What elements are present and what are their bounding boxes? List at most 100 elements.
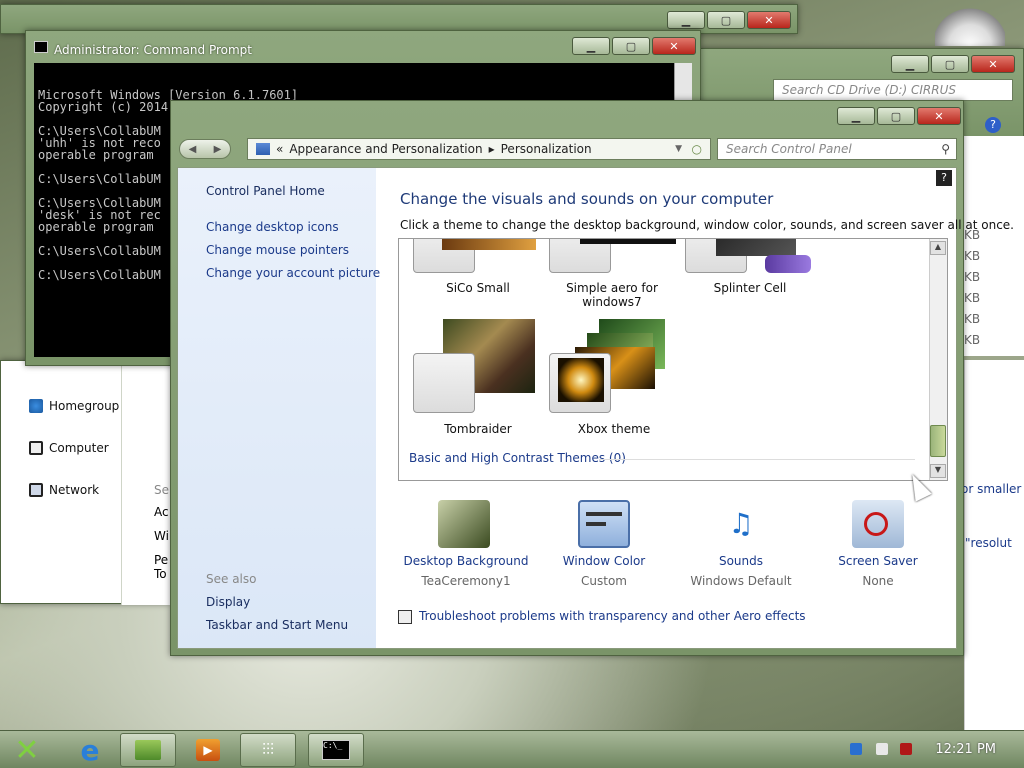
sounds-link[interactable]: Sounds [676, 554, 806, 568]
cd-minimize-button[interactable]: ▁ [891, 55, 929, 73]
taskbar-ie[interactable]: e [62, 733, 118, 767]
scroll-up-icon[interactable]: ▲ [930, 241, 946, 255]
cd-close-button[interactable]: ✕ [971, 55, 1015, 73]
taskbar: ✕ e ▶ ⫶⫶⫶ C:\_ 12:21 PM [0, 730, 1024, 768]
help-icon[interactable]: ? [985, 117, 1001, 133]
cp-help-icon[interactable]: ? [936, 170, 952, 186]
theme-thumb-tombraider[interactable] [413, 353, 475, 413]
maximize-button[interactable]: ▢ [707, 11, 745, 29]
cmd-app-icon [34, 41, 48, 53]
nav-homegroup[interactable]: Homegroup [29, 399, 119, 413]
nav-computer[interactable]: Computer [29, 441, 109, 455]
taskbar-cmd[interactable]: C:\_ [308, 733, 364, 767]
address-bar[interactable]: « Appearance and Personalization ▸ Perso… [247, 138, 711, 160]
scroll-down-icon[interactable]: ▼ [930, 464, 946, 478]
search-icon[interactable]: ⚲ [941, 142, 956, 156]
network-tray-icon[interactable] [850, 743, 862, 755]
breadcrumb-separator-icon: ▸ [488, 142, 495, 156]
basic-high-contrast-link[interactable]: Basic and High Contrast Themes (0) [409, 451, 626, 465]
network-icon [29, 483, 43, 497]
theme-label-tombraider[interactable]: Tombraider [413, 422, 543, 436]
cmd-minimize-button[interactable]: ▁ [572, 37, 610, 55]
scroll-thumb[interactable] [930, 425, 946, 457]
see-also-heading: See also [206, 572, 257, 586]
theme-preview [558, 358, 604, 402]
theme-thumb-splinter-cell[interactable] [685, 239, 796, 273]
forward-arrow-icon[interactable]: ▶ [214, 144, 222, 155]
fragment-text: Pe [154, 553, 169, 567]
change-account-picture-link[interactable]: Change your account picture [206, 266, 380, 280]
troubleshoot-link[interactable]: Troubleshoot problems with transparency … [419, 609, 806, 623]
address-dropdown-icon[interactable]: ▼ [675, 144, 682, 154]
theme-thumb-xbox[interactable] [549, 353, 611, 413]
fragment-link[interactable]: or smaller [961, 482, 1021, 496]
nav-computer-label: Computer [49, 441, 109, 455]
cp-close-button[interactable]: ✕ [917, 107, 961, 125]
taskbar-clock[interactable]: 12:21 PM [935, 742, 996, 757]
splinter-cell-logo [765, 255, 811, 273]
file-size: KB [964, 333, 981, 347]
start-button[interactable]: ✕ [0, 733, 54, 768]
back-forward-buttons[interactable]: ◀ ▶ [179, 139, 231, 159]
control-panel-taskbar-icon: ⫶⫶⫶ [261, 740, 274, 759]
theme-thumb-sico-small[interactable] [413, 239, 536, 273]
explorer-window: Homegroup Computer Network Se Ac Wi Pe T… [0, 360, 171, 605]
homegroup-icon [29, 399, 43, 413]
control-panel-sidebar: Control Panel Home Change desktop icons … [178, 168, 380, 648]
fragment-link[interactable]: "resolut [965, 536, 1012, 550]
display-link[interactable]: Display [206, 595, 250, 609]
taskbar-media[interactable]: ▶ [180, 733, 236, 767]
fragment-text: Wi [154, 529, 169, 543]
refresh-icon[interactable]: ○ [692, 142, 702, 156]
taskbar-start-menu-link[interactable]: Taskbar and Start Menu [206, 618, 348, 632]
breadcrumb-root[interactable]: Appearance and Personalization [289, 142, 482, 156]
screen-saver-value: None [862, 574, 894, 588]
back-arrow-icon[interactable]: ◀ [189, 144, 197, 155]
action-center-tray-icon[interactable] [876, 743, 888, 755]
window-color-link[interactable]: Window Color [539, 554, 669, 568]
cmd-close-button[interactable]: ✕ [652, 37, 696, 55]
volume-muted-tray-icon[interactable] [900, 743, 912, 755]
desktop-background-link[interactable]: Desktop Background [401, 554, 531, 568]
cmd-maximize-button[interactable]: ▢ [612, 37, 650, 55]
cp-maximize-button[interactable]: ▢ [877, 107, 915, 125]
close-button[interactable]: ✕ [747, 11, 791, 29]
folder-icon [135, 740, 161, 760]
screen-saver-icon[interactable] [852, 500, 904, 548]
sounds-icon[interactable]: ♫ [715, 500, 767, 548]
theme-list-scrollbar[interactable]: ▲ ▼ [929, 239, 947, 480]
theme-label-simple-aero[interactable]: Simple aero for windows7 [547, 281, 677, 309]
cp-minimize-button[interactable]: ▁ [837, 107, 875, 125]
sounds-value: Windows Default [690, 574, 792, 588]
cd-search-input[interactable]: Search CD Drive (D:) CIRRUS [773, 79, 1013, 101]
gadget-gauge-icon[interactable] [935, 6, 1005, 46]
theme-label-splinter-cell[interactable]: Splinter Cell [685, 281, 815, 295]
taskbar-control-panel[interactable]: ⫶⫶⫶ [240, 733, 296, 767]
minimize-button[interactable]: ▁ [667, 11, 705, 29]
computer-icon [29, 441, 43, 455]
control-panel-search-input[interactable]: Search Control Panel ⚲ [717, 138, 957, 160]
search-placeholder: Search Control Panel [726, 142, 852, 156]
screen-saver-link[interactable]: Screen Saver [813, 554, 943, 568]
theme-thumb-simple-aero[interactable] [549, 239, 676, 273]
desktop-background-icon[interactable] [438, 500, 490, 548]
window-color-icon[interactable] [578, 500, 630, 548]
breadcrumb-chevron-icon: « [276, 142, 284, 156]
change-desktop-icons-link[interactable]: Change desktop icons [206, 220, 339, 234]
nav-network[interactable]: Network [29, 483, 99, 497]
control-panel-home-link[interactable]: Control Panel Home [206, 184, 325, 198]
theme-list[interactable]: SiCo Small Simple aero for windows7 Spli… [398, 238, 948, 481]
fragment-text: To [154, 567, 167, 581]
breadcrumb-current[interactable]: Personalization [501, 142, 592, 156]
desktop-background-value: TeaCeremony1 [421, 574, 511, 588]
file-size: KB [964, 249, 981, 263]
change-mouse-pointers-link[interactable]: Change mouse pointers [206, 243, 349, 257]
cd-maximize-button[interactable]: ▢ [931, 55, 969, 73]
fragment-text: Ac [154, 505, 169, 519]
media-player-icon: ▶ [196, 739, 220, 761]
cd-search-placeholder: Search CD Drive (D:) CIRRUS [782, 83, 956, 97]
theme-label-xbox[interactable]: Xbox theme [549, 422, 679, 436]
cmd-title: Administrator: Command Prompt [54, 43, 252, 57]
taskbar-explorer[interactable] [120, 733, 176, 767]
theme-label-sico-small[interactable]: SiCo Small [413, 281, 543, 295]
